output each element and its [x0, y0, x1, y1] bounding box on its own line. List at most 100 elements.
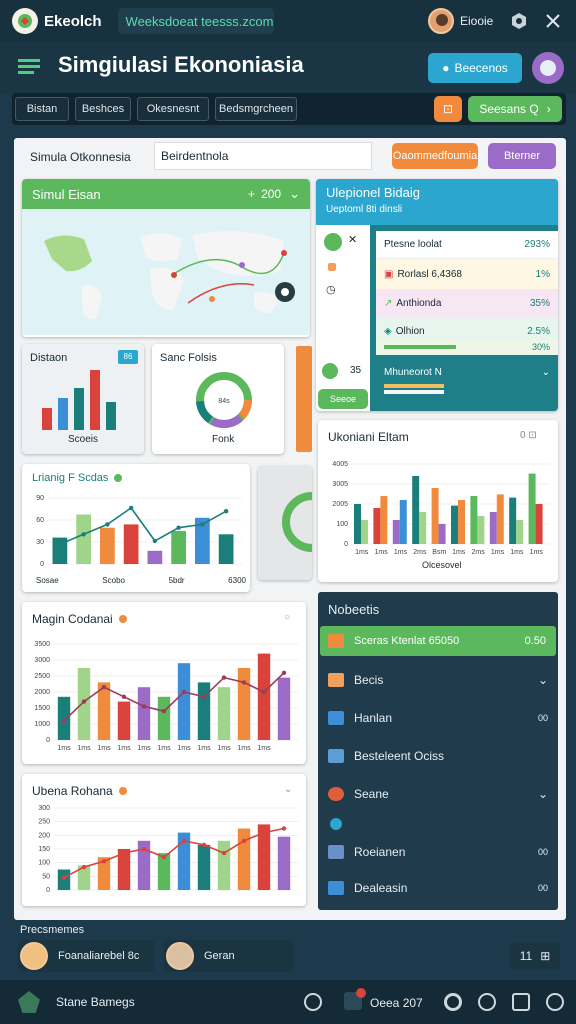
sim-input[interactable]: Beirdentnola: [154, 142, 372, 170]
chart-toolbar-icon[interactable]: 0 ⊡: [520, 430, 537, 441]
status-icon: [322, 363, 338, 379]
x-tick-label: 1ms: [355, 549, 369, 556]
counter-value: 11: [519, 949, 533, 963]
tab-4[interactable]: Bedsmgrcheen: [215, 97, 297, 121]
list-item[interactable]: Seane ⌄: [318, 776, 558, 812]
url-field[interactable]: Weeksdoeat teesss.zcom: [117, 8, 274, 34]
tab-2[interactable]: Beshces: [75, 97, 131, 121]
grouped-chart-xlabel: Olcesovel: [422, 560, 462, 570]
status-dot-icon: [118, 787, 127, 795]
folder-icon: [328, 673, 344, 687]
stats-green-button[interactable]: Seeoe: [318, 389, 368, 409]
bar: [217, 687, 231, 740]
chart-icon: [328, 711, 344, 725]
stats-footer[interactable]: Mhuneorot N ⌄: [376, 361, 558, 411]
tools-icon[interactable]: ✕: [348, 233, 357, 246]
y-tick-label: 3005: [332, 481, 348, 488]
tab-1[interactable]: Bistan: [15, 97, 69, 121]
y-tick-label: 4005: [332, 461, 348, 468]
list-item[interactable]: Besteleent Ociss: [318, 738, 558, 774]
user-chip-2[interactable]: Geran: [164, 940, 294, 972]
xlabel: Scobo: [102, 576, 125, 585]
stats-footer-label: Mhuneorot N: [384, 367, 442, 378]
bar: [171, 531, 186, 564]
bar: [451, 505, 458, 544]
donut-footer: Fonk: [212, 434, 235, 445]
map-card-title: Simul Eisan: [32, 186, 101, 202]
bar: [123, 524, 139, 564]
stats-card-header: Ulepionel Bidaig Ueptoml 8ti dinsli: [316, 179, 558, 225]
line-point: [141, 846, 147, 852]
alert-button[interactable]: ⊡: [434, 96, 462, 122]
bar: [535, 504, 543, 544]
right-list-title: Nobeetis: [328, 602, 380, 617]
magin-chart: 0 1000 1500 2000 2500 3000 3500 1ms 1ms 1ms 1ms 1ms…: [34, 641, 298, 752]
nav-action-button[interactable]: Seesans Q ›: [468, 96, 562, 122]
x-tick-label: Bsm: [432, 549, 446, 556]
user-chip-1[interactable]: Foanaliarebel 8c: [18, 940, 154, 972]
tag-icon: ◈: [384, 325, 392, 337]
close-icon[interactable]: [544, 12, 562, 35]
notification-icon[interactable]: [344, 988, 366, 1010]
sim-purple-button[interactable]: Bterner: [488, 143, 556, 169]
line-point: [181, 689, 187, 695]
sim-orange-label: Oaommedfoumia: [392, 150, 478, 162]
trend-line: [63, 827, 285, 879]
stats-side: ✕ ◷ 35 Seeoe: [316, 225, 370, 411]
sim-label: Simula Otkonnesia: [30, 150, 131, 164]
bar: [100, 527, 115, 564]
settings-icon[interactable]: [510, 12, 528, 35]
stats-row-value: 35%: [529, 297, 550, 309]
stats-row[interactable]: ↗ Anthionda 35%: [376, 289, 558, 317]
bar: [399, 500, 407, 544]
y-tick-label: 2000: [34, 689, 50, 696]
line-point: [241, 838, 247, 843]
x-tick-label: 1ms: [394, 549, 408, 556]
list-item-active[interactable]: Sceras Ktenlat 65050 0.50: [320, 626, 556, 656]
info-icon[interactable]: ○: [284, 612, 290, 623]
ubena-header: Ubena Rohana: [32, 784, 127, 798]
x-tick-label: 1ms: [257, 745, 271, 752]
header: Simgiulasi Ekononiasia ● Beecenos: [0, 42, 576, 94]
chevron-down-icon[interactable]: ⌄: [284, 784, 292, 795]
bar: [528, 473, 536, 544]
list-item[interactable]: Becis ⌄: [318, 662, 558, 698]
bar: [197, 844, 211, 890]
record-icon[interactable]: [478, 993, 496, 1011]
list-item[interactable]: Roeianen 00: [318, 834, 558, 870]
chevron-down-icon[interactable]: ⌄: [289, 186, 300, 202]
list-item-label: Roeianen: [354, 845, 406, 859]
page-counter[interactable]: 11 ⊞: [510, 942, 560, 970]
menu-icon[interactable]: [18, 58, 42, 81]
user-menu[interactable]: Eiooie: [428, 8, 493, 34]
section-label: Precsmemes: [20, 924, 85, 936]
chat-icon[interactable]: [444, 993, 462, 1011]
stats-row[interactable]: Ptesne loolat 293%: [376, 231, 558, 259]
y-tick-label: 1000: [34, 721, 50, 728]
line-point: [241, 680, 247, 685]
primary-button[interactable]: ● Beecenos: [428, 53, 522, 83]
bar: [457, 500, 465, 544]
bar: [496, 494, 504, 544]
y-tick-label: 3000: [34, 657, 50, 664]
world-map[interactable]: [22, 209, 310, 335]
profile-icon[interactable]: [532, 52, 564, 84]
list-item[interactable]: Dealeasin 00: [318, 870, 558, 906]
tab-3[interactable]: Okesnesnt: [137, 97, 209, 121]
list-item-label: Hanlan: [354, 711, 393, 725]
list-item-label: Dealeasin: [354, 881, 408, 895]
gear-icon[interactable]: [546, 993, 564, 1011]
bar: [489, 512, 497, 544]
y-tick-label: 1500: [34, 705, 50, 712]
bar-mini-badge: 86: [118, 350, 138, 364]
bar: [237, 828, 251, 890]
record-icon: ●: [442, 61, 450, 75]
x-tick-label: 1ms: [57, 745, 71, 752]
stats-row[interactable]: ▣ Rorlasl 6,4368 1%: [376, 259, 558, 289]
bar: [509, 497, 517, 544]
sim-orange-button[interactable]: Oaommedfoumia: [392, 143, 478, 169]
edit-icon[interactable]: [512, 993, 530, 1011]
refresh-icon[interactable]: [304, 993, 322, 1011]
line-point: [152, 538, 158, 544]
list-item[interactable]: Hanlan 00: [318, 700, 558, 736]
